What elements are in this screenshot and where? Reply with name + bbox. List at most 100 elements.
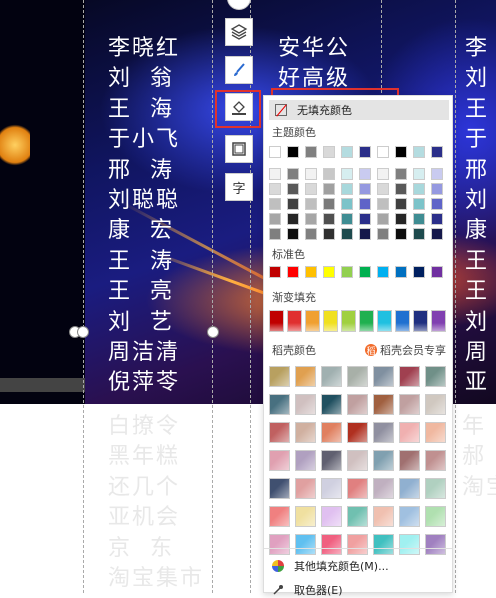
standard-color-swatch[interactable]: [305, 266, 317, 278]
daoke-color-swatch[interactable]: [373, 506, 394, 527]
name-column-3-overflow[interactable]: 年郝淘宝: [462, 412, 496, 503]
theme-color-swatch[interactable]: [287, 146, 299, 158]
gradient-swatch[interactable]: [323, 310, 338, 332]
brush-icon[interactable]: [225, 56, 253, 84]
theme-shade-swatch[interactable]: [413, 198, 425, 210]
daoke-color-swatch[interactable]: [347, 506, 368, 527]
theme-shade-swatch[interactable]: [323, 183, 335, 195]
daoke-color-swatch[interactable]: [321, 534, 342, 555]
standard-color-swatch[interactable]: [377, 266, 389, 278]
theme-shade-swatch[interactable]: [377, 213, 389, 225]
theme-shade-swatch[interactable]: [395, 198, 407, 210]
daoke-color-swatch[interactable]: [425, 450, 446, 471]
gradient-swatch[interactable]: [377, 310, 392, 332]
name-column-3[interactable]: 李刘王于邢刘康王王刘周亚: [465, 34, 489, 399]
theme-shade-swatch[interactable]: [305, 168, 317, 180]
daoke-color-swatch[interactable]: [295, 478, 316, 499]
gradient-swatch[interactable]: [287, 310, 302, 332]
theme-color-swatch[interactable]: [269, 146, 281, 158]
theme-shade-swatch[interactable]: [431, 183, 443, 195]
theme-shade-swatch[interactable]: [305, 228, 317, 240]
name-column-1[interactable]: 李晓红刘 翁王 海于小飞邢 涛刘聪聪康 宏王 涛王 亮刘 艺周洁清 倪萍苓: [108, 34, 180, 399]
standard-color-swatch[interactable]: [413, 266, 425, 278]
theme-shade-swatch[interactable]: [341, 168, 353, 180]
theme-shade-swatch[interactable]: [359, 183, 371, 195]
theme-shade-swatch[interactable]: [269, 198, 281, 210]
daoke-color-swatch[interactable]: [399, 366, 420, 387]
daoke-color-swatch[interactable]: [425, 366, 446, 387]
theme-shade-swatch[interactable]: [431, 228, 443, 240]
theme-shade-swatch[interactable]: [377, 198, 389, 210]
daoke-color-swatch[interactable]: [269, 506, 290, 527]
theme-shade-swatch[interactable]: [395, 228, 407, 240]
theme-shade-swatch[interactable]: [269, 168, 281, 180]
theme-shade-swatch[interactable]: [323, 198, 335, 210]
daoke-color-swatch[interactable]: [321, 450, 342, 471]
name-column-2[interactable]: 安华公 好高级: [278, 34, 350, 95]
theme-color-swatch[interactable]: [431, 146, 443, 158]
theme-color-swatch[interactable]: [359, 146, 371, 158]
resize-handle-right[interactable]: [207, 326, 219, 338]
daoke-color-swatch[interactable]: [321, 506, 342, 527]
daoke-color-swatch[interactable]: [399, 478, 420, 499]
daoke-color-swatch[interactable]: [373, 534, 394, 555]
theme-shade-swatch[interactable]: [269, 228, 281, 240]
daoke-color-swatch[interactable]: [295, 366, 316, 387]
theme-shade-swatch[interactable]: [413, 228, 425, 240]
theme-shade-swatch[interactable]: [341, 198, 353, 210]
eyedropper[interactable]: 取色器(E): [272, 582, 343, 598]
theme-shade-swatch[interactable]: [287, 198, 299, 210]
theme-shade-swatch[interactable]: [359, 228, 371, 240]
daoke-color-swatch[interactable]: [295, 394, 316, 415]
theme-shade-swatch[interactable]: [377, 228, 389, 240]
daoke-color-swatch[interactable]: [425, 422, 446, 443]
daoke-color-swatch[interactable]: [269, 478, 290, 499]
gradient-swatch[interactable]: [395, 310, 410, 332]
theme-shade-swatch[interactable]: [341, 228, 353, 240]
daoke-color-swatch[interactable]: [425, 534, 446, 555]
theme-shade-swatch[interactable]: [359, 198, 371, 210]
daoke-color-swatch[interactable]: [425, 478, 446, 499]
daoke-color-swatch[interactable]: [269, 394, 290, 415]
standard-color-swatch[interactable]: [395, 266, 407, 278]
border-icon[interactable]: [225, 135, 253, 163]
theme-shade-swatch[interactable]: [287, 168, 299, 180]
layers-icon[interactable]: [225, 18, 253, 46]
theme-shade-swatch[interactable]: [431, 168, 443, 180]
daoke-color-swatch[interactable]: [399, 450, 420, 471]
standard-color-swatch[interactable]: [431, 266, 443, 278]
theme-shade-swatch[interactable]: [269, 183, 281, 195]
daoke-color-swatch[interactable]: [269, 366, 290, 387]
theme-shade-swatch[interactable]: [341, 183, 353, 195]
theme-shade-swatch[interactable]: [323, 213, 335, 225]
theme-shade-swatch[interactable]: [395, 183, 407, 195]
daoke-color-swatch[interactable]: [321, 394, 342, 415]
gradient-swatch[interactable]: [431, 310, 446, 332]
standard-color-swatch[interactable]: [341, 266, 353, 278]
daoke-color-swatch[interactable]: [347, 366, 368, 387]
daoke-color-swatch[interactable]: [347, 422, 368, 443]
gradient-swatch[interactable]: [413, 310, 428, 332]
name-column-1-overflow[interactable]: 白撩令 黑年糕 还几个 亚机会京 东淘宝集市: [108, 412, 204, 594]
daoke-color-swatch[interactable]: [295, 506, 316, 527]
more-fill-colors[interactable]: 其他填充颜色(M)...: [272, 558, 389, 574]
gradient-swatch[interactable]: [269, 310, 284, 332]
theme-color-swatch[interactable]: [341, 146, 353, 158]
theme-shade-swatch[interactable]: [287, 228, 299, 240]
theme-color-swatch[interactable]: [323, 146, 335, 158]
daoke-color-swatch[interactable]: [373, 366, 394, 387]
standard-color-swatch[interactable]: [359, 266, 371, 278]
resize-handle-left-2[interactable]: [77, 326, 89, 338]
theme-color-swatch[interactable]: [413, 146, 425, 158]
theme-shade-swatch[interactable]: [305, 198, 317, 210]
theme-shade-swatch[interactable]: [395, 168, 407, 180]
daoke-color-swatch[interactable]: [425, 394, 446, 415]
theme-color-swatch[interactable]: [395, 146, 407, 158]
daoke-color-swatch[interactable]: [373, 394, 394, 415]
theme-color-swatch[interactable]: [377, 146, 389, 158]
theme-shade-swatch[interactable]: [323, 228, 335, 240]
daoke-color-swatch[interactable]: [347, 478, 368, 499]
theme-shade-swatch[interactable]: [395, 213, 407, 225]
daoke-color-swatch[interactable]: [373, 478, 394, 499]
gradient-swatch[interactable]: [359, 310, 374, 332]
